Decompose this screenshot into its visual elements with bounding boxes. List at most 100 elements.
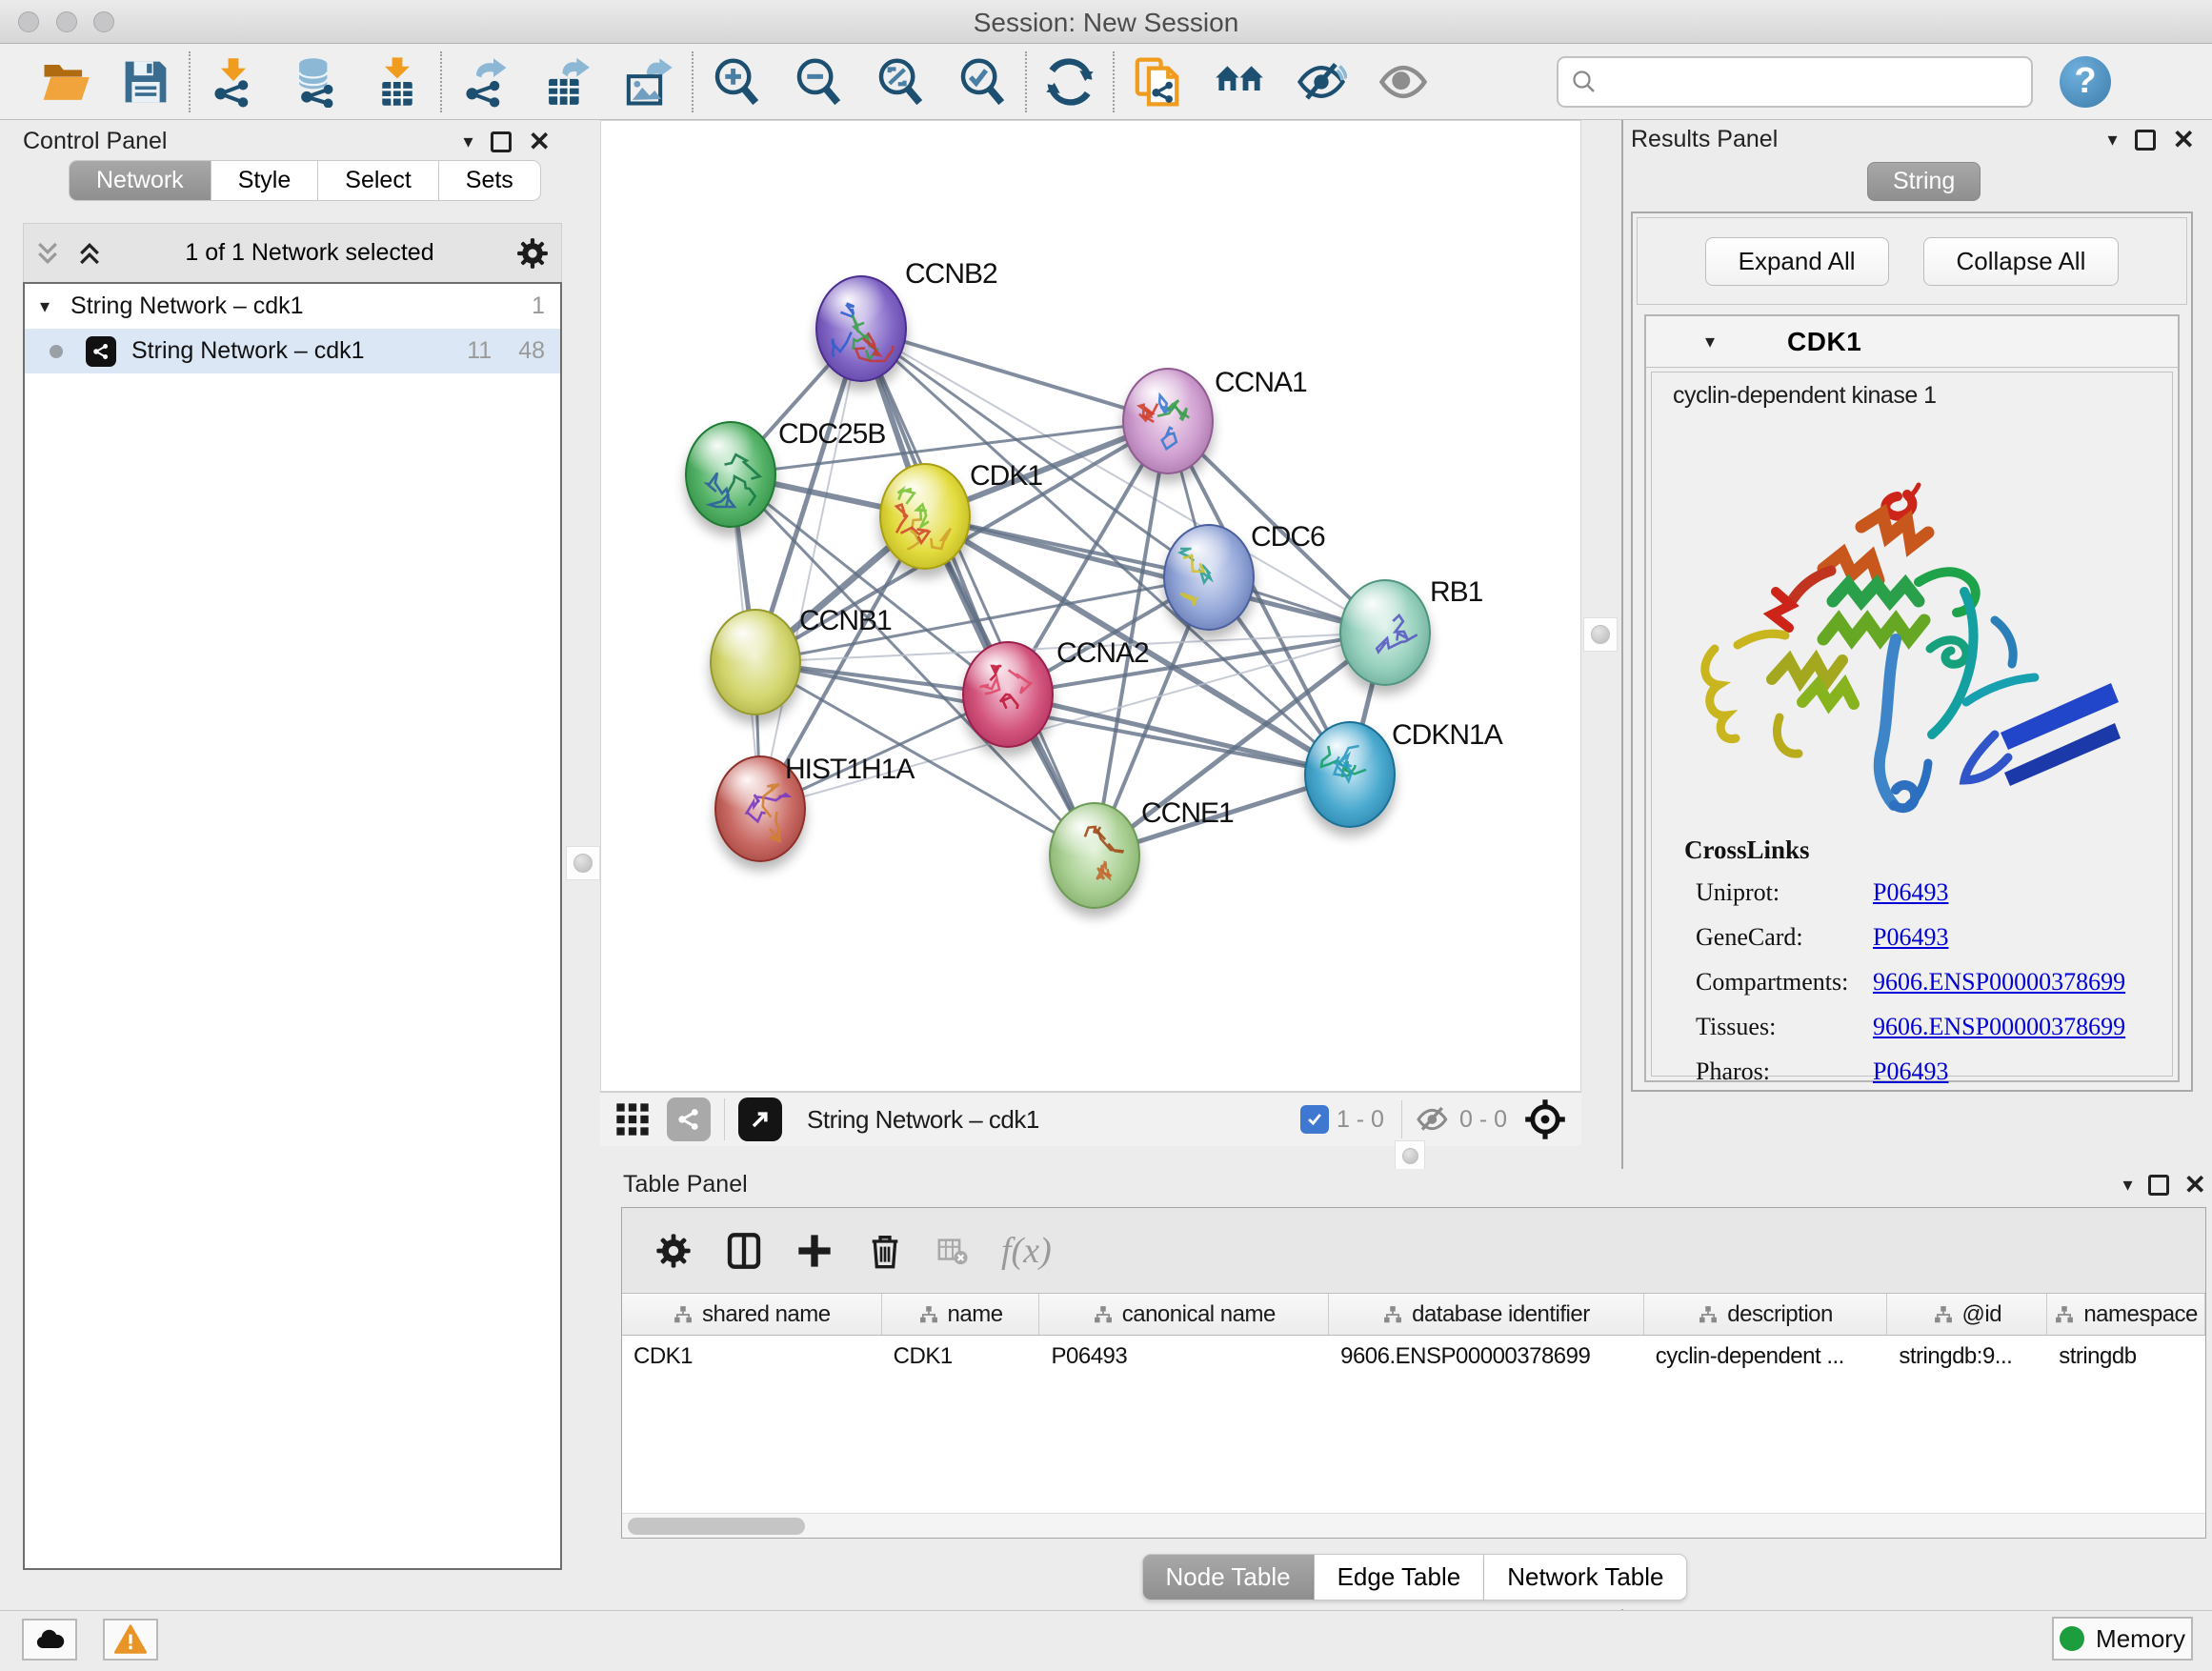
tab-network-table[interactable]: Network Table — [1484, 1554, 1687, 1601]
cloud-button[interactable] — [22, 1619, 77, 1661]
import-network-from-database-button[interactable] — [286, 52, 345, 111]
panel-float-icon[interactable] — [491, 131, 512, 152]
export-table-button[interactable] — [537, 52, 596, 111]
selected-checkbox-icon[interactable] — [1300, 1105, 1329, 1134]
tab-node-table[interactable]: Node Table — [1142, 1554, 1315, 1601]
network-node-RB1[interactable] — [1339, 579, 1431, 686]
table-cell[interactable]: cyclin-dependent ... — [1644, 1336, 1888, 1378]
crosslink-link[interactable]: 9606.ENSP00000378699 — [1873, 1013, 2125, 1041]
zoom-fit-button[interactable] — [871, 52, 930, 111]
gear-icon[interactable] — [515, 236, 550, 271]
panel-collapse-icon[interactable]: ▾ — [2122, 1173, 2132, 1197]
network-node-CCNB2[interactable] — [815, 275, 907, 382]
clone-network-button[interactable] — [1128, 52, 1187, 111]
gene-section-header[interactable]: ▾ CDK1 — [1646, 316, 2178, 368]
column-header-shared-name[interactable]: shared name — [622, 1294, 882, 1335]
help-button[interactable]: ? — [2060, 56, 2111, 108]
scrollbar-thumb[interactable] — [628, 1518, 805, 1535]
network-node-CCNA1[interactable] — [1122, 368, 1214, 474]
export-image-button[interactable] — [619, 52, 678, 111]
column-header-canonical-name[interactable]: canonical name — [1039, 1294, 1329, 1335]
memory-label: Memory — [2096, 1624, 2185, 1654]
memory-button[interactable]: Memory — [2052, 1617, 2193, 1661]
expand-all-button[interactable]: Expand All — [1705, 237, 1889, 286]
network-node-CDK1[interactable] — [879, 463, 971, 570]
panel-float-icon[interactable] — [2148, 1175, 2169, 1196]
first-neighbors-button[interactable] — [1210, 52, 1269, 111]
network-node-CCNA2[interactable] — [962, 641, 1054, 748]
crosslink-link[interactable]: P06493 — [1873, 878, 1948, 907]
tab-select[interactable]: Select — [318, 160, 438, 201]
refresh-button[interactable] — [1040, 52, 1099, 111]
crosslink-row: Compartments:9606.ENSP00000378699 — [1696, 968, 2153, 997]
column-header-name[interactable]: name — [882, 1294, 1040, 1335]
column-header-database-identifier[interactable]: database identifier — [1329, 1294, 1644, 1335]
network-node-CDC25B[interactable] — [685, 421, 776, 528]
birdseye-view-icon[interactable] — [1522, 1097, 1568, 1142]
search-input[interactable] — [1599, 67, 2008, 96]
column-header--id[interactable]: @id — [1887, 1294, 2047, 1335]
column-header-namespace[interactable]: namespace — [2047, 1294, 2205, 1335]
table-horizontal-scrollbar[interactable] — [622, 1513, 2205, 1538]
table-cell[interactable]: stringdb:9... — [1887, 1336, 2047, 1378]
column-header-description[interactable]: description — [1644, 1294, 1888, 1335]
crosslink-link[interactable]: 9606.ENSP00000378699 — [1873, 968, 2125, 997]
warnings-button[interactable] — [103, 1619, 158, 1661]
table-row[interactable]: CDK1CDK1P064939606.ENSP00000378699cyclin… — [622, 1336, 2205, 1378]
table-cell[interactable]: CDK1 — [882, 1336, 1040, 1378]
edge[interactable] — [760, 329, 861, 809]
panel-collapse-icon[interactable]: ▾ — [463, 130, 473, 153]
network-node-CDC6[interactable] — [1163, 524, 1255, 631]
save-session-button[interactable] — [116, 52, 175, 111]
import-table-button[interactable] — [368, 52, 427, 111]
share-view-icon[interactable] — [667, 1097, 711, 1141]
table-cell[interactable]: P06493 — [1039, 1336, 1329, 1378]
hide-selected-button[interactable] — [1292, 52, 1351, 111]
open-session-button[interactable] — [36, 52, 95, 111]
collapse-all-chevron-icon[interactable] — [33, 239, 62, 268]
network-collection-row[interactable]: ▾ String Network – cdk1 1 — [25, 284, 560, 329]
network-node-CCNE1[interactable] — [1049, 802, 1140, 909]
splitter-handle[interactable] — [1583, 617, 1618, 652]
panel-float-icon[interactable] — [2135, 130, 2156, 151]
crosslink-link[interactable]: P06493 — [1873, 923, 1948, 952]
show-columns-icon[interactable] — [725, 1232, 763, 1270]
show-all-button[interactable] — [1374, 52, 1433, 111]
panel-close-icon[interactable]: ✕ — [529, 131, 551, 152]
network-row[interactable]: String Network – cdk1 11 48 — [25, 329, 560, 373]
import-network-file-button[interactable] — [204, 52, 263, 111]
collapse-all-button[interactable]: Collapse All — [1923, 237, 2120, 286]
tab-string[interactable]: String — [1867, 162, 1981, 201]
zoom-out-button[interactable] — [789, 52, 848, 111]
delete-column-icon[interactable] — [866, 1232, 904, 1270]
network-canvas[interactable]: CCNB2CCNA1CDC25BCDK1CDC6RB1CCNB1CCNA2CDK… — [600, 120, 1581, 1092]
export-network-button[interactable] — [455, 52, 514, 111]
tab-style[interactable]: Style — [211, 160, 319, 201]
network-node-CCNB1[interactable] — [710, 609, 801, 715]
network-node-CDKN1A[interactable] — [1304, 721, 1396, 828]
panel-close-icon[interactable]: ✕ — [2184, 1175, 2206, 1196]
panel-collapse-icon[interactable]: ▾ — [2107, 128, 2117, 151]
zoom-selected-button[interactable] — [953, 52, 1012, 111]
left-splitter[interactable] — [565, 120, 600, 1610]
detach-view-icon[interactable] — [738, 1097, 782, 1141]
add-column-icon[interactable] — [795, 1232, 834, 1270]
panel-close-icon[interactable]: ✕ — [2173, 130, 2195, 151]
grid-view-icon[interactable] — [613, 1100, 652, 1138]
gear-icon[interactable] — [654, 1232, 693, 1270]
hidden-eye-icon[interactable] — [1414, 1100, 1452, 1138]
table-cell[interactable]: stringdb — [2047, 1336, 2205, 1378]
expand-all-chevron-icon[interactable] — [75, 239, 104, 268]
section-expand-icon[interactable]: ▾ — [1705, 330, 1715, 353]
zoom-in-button[interactable] — [707, 52, 766, 111]
tab-edge-table[interactable]: Edge Table — [1315, 1554, 1485, 1601]
splitter-handle[interactable] — [566, 846, 600, 880]
crosslink-link[interactable]: P06493 — [1873, 1057, 1948, 1086]
table-cell[interactable]: CDK1 — [622, 1336, 882, 1378]
table-cell[interactable]: 9606.ENSP00000378699 — [1329, 1336, 1644, 1378]
tab-sets[interactable]: Sets — [439, 160, 541, 201]
edge[interactable] — [1008, 695, 1350, 775]
splitter-handle[interactable] — [1395, 1140, 1425, 1171]
tab-network[interactable]: Network — [69, 160, 211, 201]
tree-expand-icon[interactable]: ▾ — [40, 294, 50, 318]
